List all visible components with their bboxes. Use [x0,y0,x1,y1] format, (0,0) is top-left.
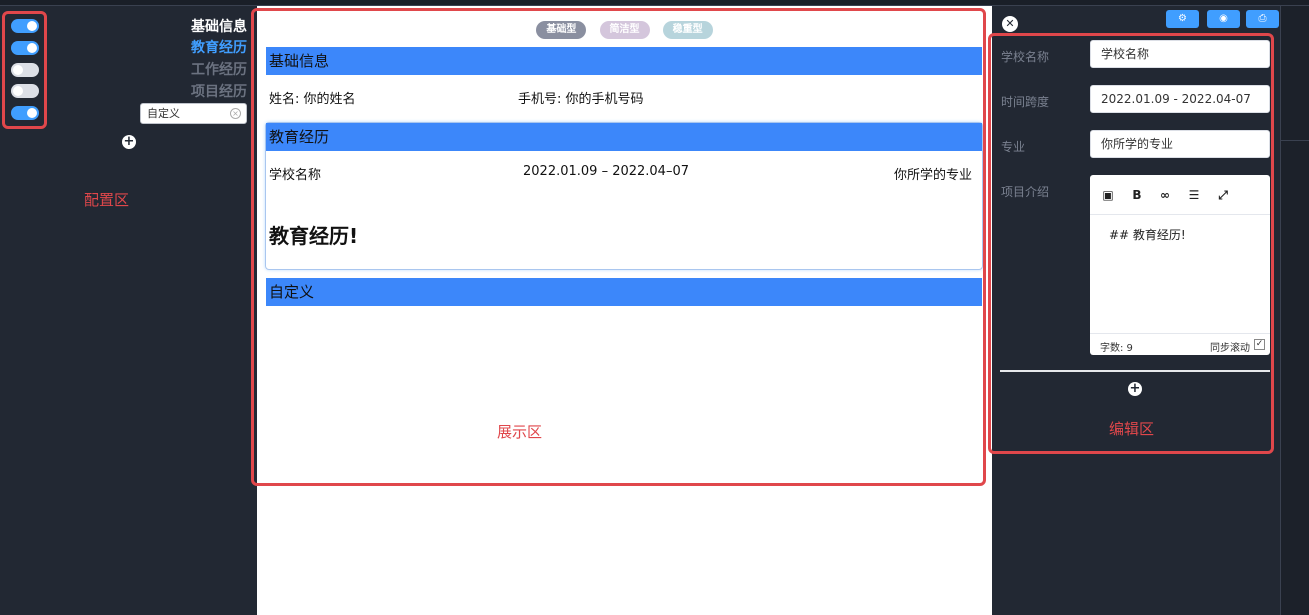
settings-icon: ⚙ [1178,13,1187,24]
major-field-label: 专业 [1001,140,1026,154]
toggle-knob [13,86,23,96]
close-icon[interactable]: ✕ [1002,16,1018,32]
sidebar-item-education[interactable]: 教育经历 [191,39,247,57]
school-field-label: 学校名称 [1001,50,1050,64]
preview-panel: 基础型 简洁型 稳重型 基础信息 姓名: 你的姓名 手机号: 你的手机号码 教育… [251,6,992,615]
print-button[interactable]: ⎙ [1246,10,1279,28]
editor-zone-highlight: 学校名称 学校名称 时间跨度 2022.01.09 - 2022.04-07 专… [988,33,1274,454]
print-icon: ⎙ [1258,13,1267,24]
toggle-knob [13,65,23,75]
sidebar-item-basic-info[interactable]: 基础信息 [191,18,247,36]
config-zone-label: 配置区 [84,191,130,209]
link-icon[interactable]: ∞ [1157,187,1173,203]
plus-circle-icon: + [1129,381,1141,396]
period-field[interactable]: 2022.01.09 - 2022.04-07 [1090,85,1270,113]
major-field[interactable]: 你所学的专业 [1090,130,1270,158]
period-field-label: 时间跨度 [1001,95,1050,109]
editor-zone-label: 编辑区 [1109,420,1155,438]
sync-scroll-checkbox[interactable]: ✓ [1254,339,1265,350]
word-count: 字数: 9 [1100,343,1133,354]
sidebar-item-project[interactable]: 项目经历 [191,83,247,101]
plus-circle-icon: + [123,134,135,149]
toggle-education[interactable] [11,41,39,55]
config-panel: 基础信息 教育经历 工作经历 项目经历 自定义 × + 配置区 [0,6,257,615]
right-edge-panel [1280,6,1309,615]
toggle-project[interactable] [11,84,39,98]
custom-section-input-value: 自定义 [147,107,180,120]
sync-scroll-label: 同步滚动 [1210,343,1250,354]
markdown-content[interactable]: ## 教育经历! [1109,226,1186,243]
intro-field-label: 项目介绍 [1001,185,1050,199]
add-entry-button[interactable]: + [1128,382,1142,396]
editor-panel: ✕ ⚙ ◉ ⎙ 学校名称 学校名称 时间跨度 2022.01.09 - 2022… [988,6,1280,615]
markdown-toolbar: ▣ B ∞ ☰ ⤢ [1090,175,1270,215]
toggle-basic-info[interactable] [11,19,39,33]
fullscreen-icon[interactable]: ⤢ [1215,187,1231,203]
clear-icon[interactable]: × [230,108,241,119]
toggle-custom[interactable] [11,106,39,120]
add-section-button[interactable]: + [122,135,136,149]
school-field[interactable]: 学校名称 [1090,40,1270,68]
toggle-knob [27,21,37,31]
toggle-knob [27,43,37,53]
eye-icon: ◉ [1219,13,1228,24]
settings-button[interactable]: ⚙ [1166,10,1199,28]
editor-divider [1000,370,1270,372]
bold-icon[interactable]: B [1129,187,1145,203]
preview-zone-highlight [251,8,986,486]
sidebar-item-work[interactable]: 工作经历 [191,61,247,79]
toggle-work[interactable] [11,63,39,77]
preview-button[interactable]: ◉ [1207,10,1240,28]
list-icon[interactable]: ☰ [1186,187,1202,203]
toggle-knob [27,108,37,118]
image-icon[interactable]: ▣ [1100,187,1116,203]
markdown-editor[interactable]: ▣ B ∞ ☰ ⤢ ## 教育经历! 字数: 9 同步滚动 ✓ [1090,175,1270,355]
toggle-group-highlight [2,11,47,129]
custom-section-input[interactable]: 自定义 × [140,103,247,124]
right-edge-divider [1281,140,1309,141]
markdown-statusbar: 字数: 9 同步滚动 ✓ [1090,333,1270,355]
